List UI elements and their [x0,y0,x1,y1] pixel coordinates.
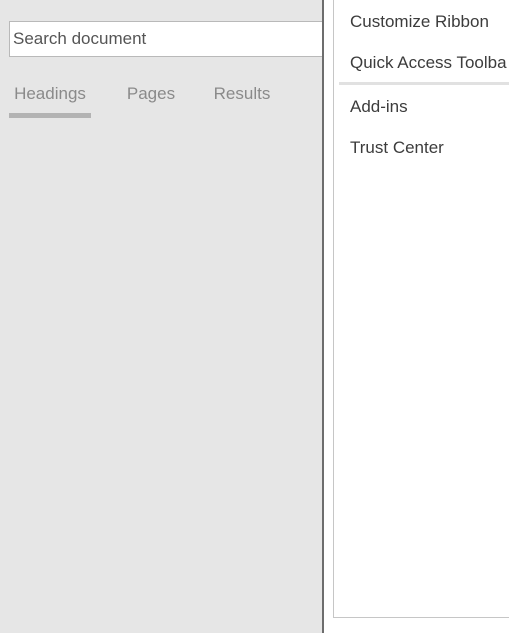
options-item-trust-center[interactable]: Trust Center [350,137,444,159]
options-category-list: Customize Ribbon Quick Access Toolba Add… [333,0,509,618]
word-window: Headings Pages Results Customize Ribbon … [0,0,509,633]
search-document-input[interactable] [9,21,322,57]
tab-headings[interactable]: Headings [9,80,91,118]
tab-pages[interactable]: Pages [121,80,181,118]
options-item-add-ins[interactable]: Add-ins [350,96,408,118]
navigation-pane: Headings Pages Results [0,0,322,633]
tab-results[interactable]: Results [209,80,275,118]
options-item-customize-ribbon[interactable]: Customize Ribbon [350,11,489,33]
pane-gap [324,0,333,633]
panel-footer [333,618,509,633]
options-item-quick-access-toolbar[interactable]: Quick Access Toolba [350,52,507,74]
options-separator [339,82,509,85]
